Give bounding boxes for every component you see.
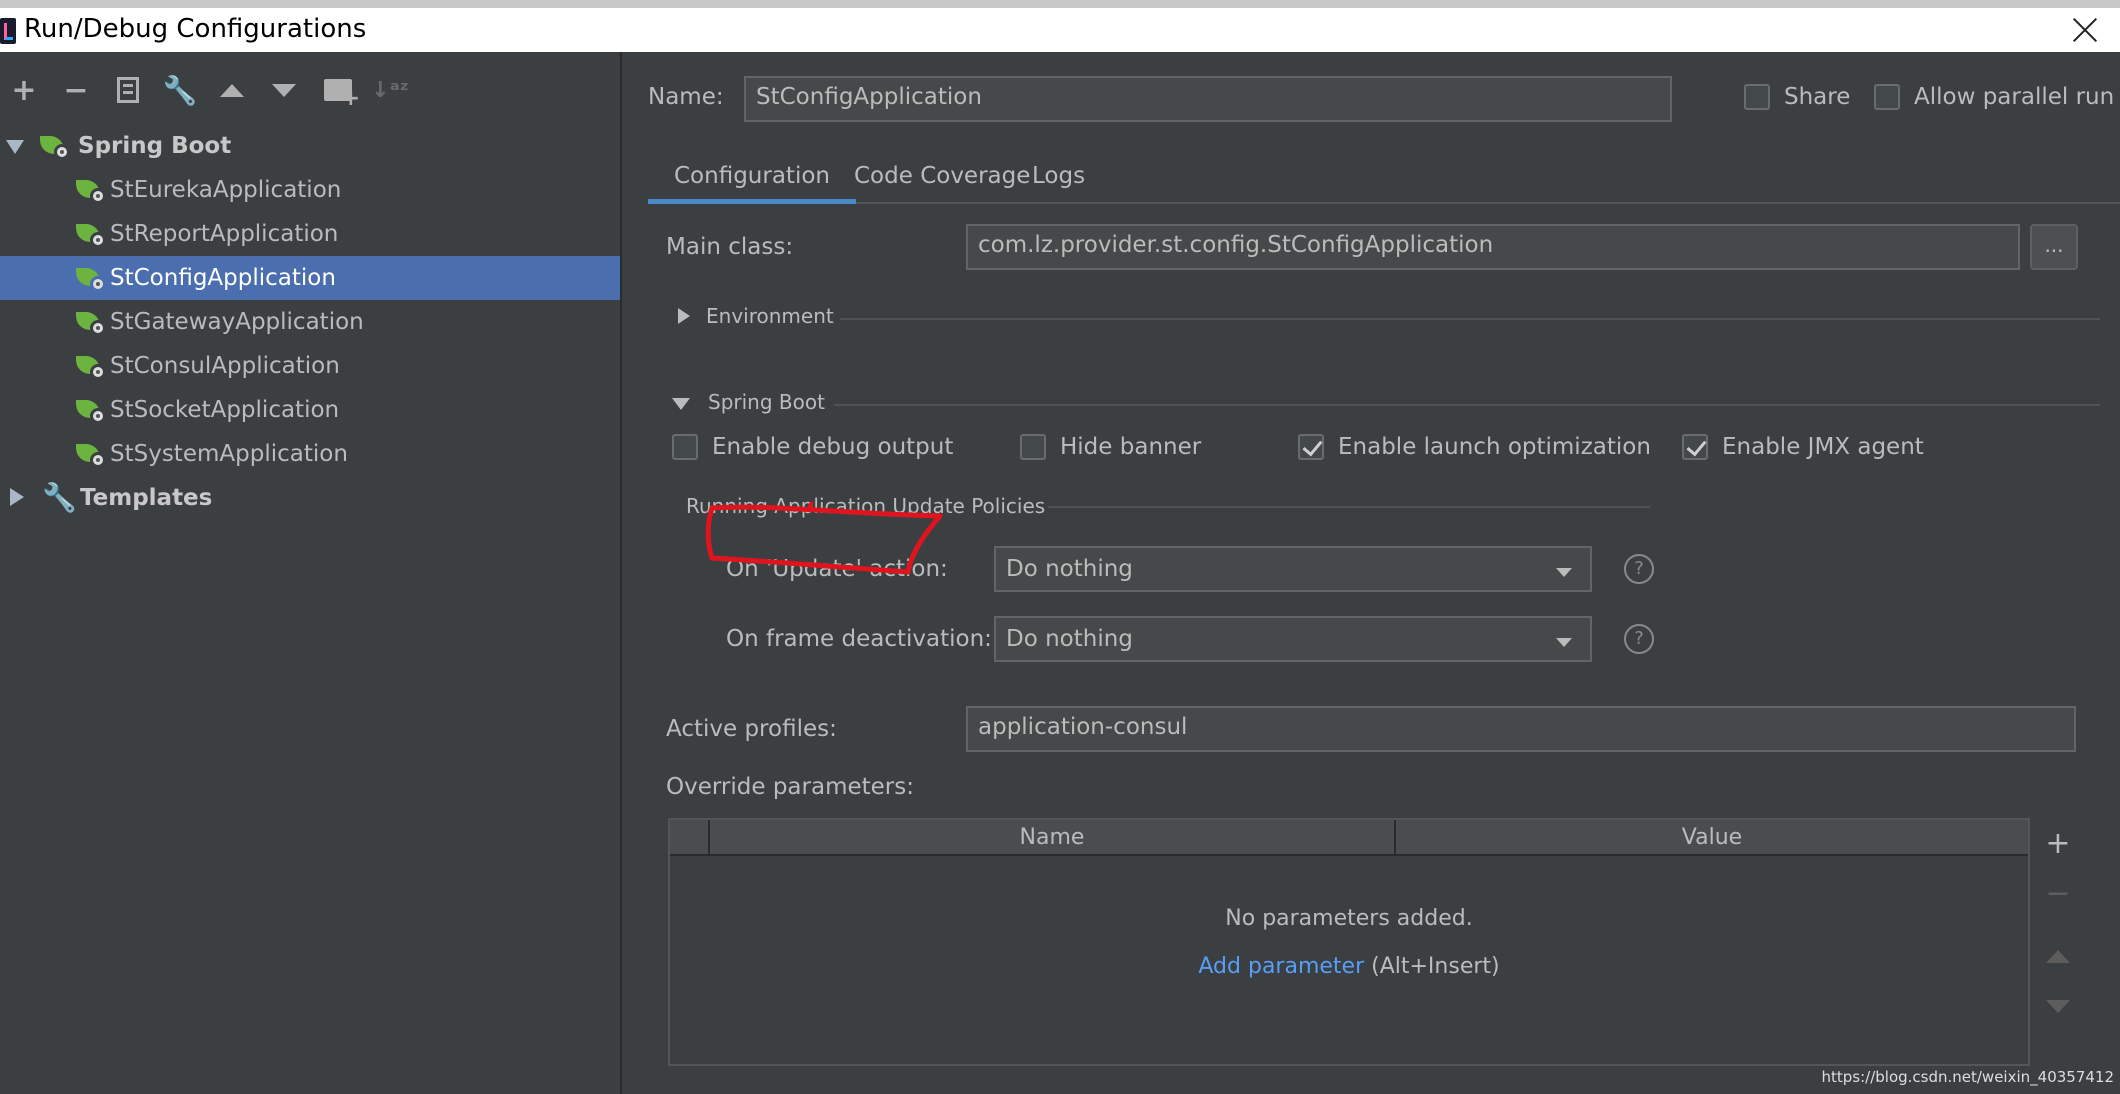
name-label: Name: [648,84,724,110]
wrench-icon[interactable]: 🔧 [160,70,200,110]
tree-item-stconfig[interactable]: StConfigApplication [0,256,620,300]
move-down-icon[interactable] [264,70,304,110]
empty-message: No parameters added. [1225,906,1473,931]
tree-item-stsystem[interactable]: StSystemApplication [0,432,620,476]
title-bar: Run/Debug Configurations [0,0,2120,52]
remove-parameter-icon[interactable]: − [2040,876,2076,912]
spring-boot-icon [76,398,106,424]
share-checkbox[interactable] [1744,84,1770,110]
column-header-name[interactable]: Name [708,820,1394,856]
tree-group-spring-boot[interactable]: Spring Boot [0,124,620,168]
add-parameter-row: Add parameter (Alt+Insert) [670,954,2028,979]
collapse-arrow-icon[interactable] [672,398,690,410]
tree-item-steureka[interactable]: StEurekaApplication [0,168,620,212]
tab-bar: Configuration Code Coverage Logs [648,148,2120,204]
tree-item-label: StConsulApplication [110,353,340,379]
add-parameter-shortcut: (Alt+Insert) [1364,954,1500,979]
on-update-select[interactable]: Do nothing [994,546,1592,592]
configurations-panel: + − 🔧 ↓ᵃᶻ Spring Boot StEurekaApplicatio… [0,52,622,1094]
name-input[interactable]: StConfigApplication [744,76,1672,122]
spring-boot-icon [76,310,106,336]
spring-boot-icon [76,442,106,468]
move-up-icon[interactable] [212,70,252,110]
tree-group-label: Spring Boot [78,133,232,159]
watermark: https://blog.csdn.net/weixin_40357412 [1821,1068,2114,1086]
tree-group-label: Templates [80,485,213,511]
spring-boot-icon [76,222,106,248]
annotation-scribble [705,501,943,575]
add-parameter-icon[interactable]: + [2040,826,2076,862]
tree-item-stsocket[interactable]: StSocketApplication [0,388,620,432]
divider [840,318,2100,320]
on-frame-label: On frame deactivation: [726,626,992,652]
move-down-icon[interactable] [2040,986,2076,1022]
on-update-value: Do nothing [1006,556,1133,582]
main-class-input[interactable]: com.lz.provider.st.config.StConfigApplic… [966,224,2020,270]
tree-item-label: StSocketApplication [110,397,340,423]
help-icon[interactable]: ? [1624,624,1654,654]
launch-optimization-checkbox[interactable] [1298,434,1324,460]
remove-icon[interactable]: − [56,70,96,110]
configurations-tree: Spring Boot StEurekaApplication StReport… [0,124,620,520]
new-folder-icon[interactable] [318,70,360,111]
active-profiles-label: Active profiles: [666,716,837,742]
tab-configuration[interactable]: Configuration [648,148,856,204]
spring-boot-section-title[interactable]: Spring Boot [708,390,825,414]
tree-item-label: StEurekaApplication [110,177,342,203]
tree-item-stgateway[interactable]: StGatewayApplication [0,300,620,344]
on-frame-value: Do nothing [1006,626,1133,652]
window-title: Run/Debug Configurations [24,14,367,44]
enable-debug-label: Enable debug output [712,434,954,460]
add-parameter-link[interactable]: Add parameter [1198,954,1364,979]
spring-boot-icon [40,134,70,160]
allow-parallel-label: Allow parallel run [1914,84,2115,110]
spring-boot-icon [76,354,106,380]
add-icon[interactable]: + [4,70,44,110]
table-header: Name Value [670,820,2028,856]
main-class-label: Main class: [666,234,794,260]
intellij-icon [0,18,16,44]
allow-parallel-checkbox[interactable] [1874,84,1900,110]
browse-button[interactable]: ... [2030,224,2078,270]
sort-icon[interactable]: ↓ᵃᶻ [370,70,410,110]
override-parameters-label: Override parameters: [666,774,914,800]
copy-icon[interactable] [108,70,148,110]
hide-banner-label: Hide banner [1060,434,1202,460]
launch-optimization-label: Enable launch optimization [1338,434,1651,460]
on-frame-select[interactable]: Do nothing [994,616,1592,662]
share-label: Share [1784,84,1851,110]
tree-item-label: StGatewayApplication [110,309,364,335]
tree-item-label: StReportApplication [110,221,339,247]
spring-boot-icon [76,178,106,204]
enable-debug-checkbox[interactable] [672,434,698,460]
tree-item-label: StConfigApplication [110,265,336,291]
column-header-value[interactable]: Value [1394,820,2028,856]
move-up-icon[interactable] [2040,936,2076,972]
expand-arrow-icon[interactable] [678,308,690,324]
chevron-down-icon [1556,638,1572,647]
environment-section-title[interactable]: Environment [706,304,834,328]
collapse-arrow-icon[interactable] [10,488,24,506]
spring-boot-icon [76,266,106,292]
divider [834,404,2100,406]
tree-item-label: StSystemApplication [110,441,348,467]
parameters-table: Name Value No parameters added. Add para… [668,818,2030,1066]
jmx-agent-label: Enable JMX agent [1722,434,1924,460]
tree-group-templates[interactable]: 🔧 Templates [0,476,620,520]
tree-item-stconsul[interactable]: StConsulApplication [0,344,620,388]
active-profiles-input[interactable]: application-consul [966,706,2076,752]
tab-logs[interactable]: Logs [1006,148,1111,204]
configurations-toolbar: + − 🔧 ↓ᵃᶻ [0,70,620,112]
wrench-icon: 🔧 [42,481,77,514]
hide-banner-checkbox[interactable] [1020,434,1046,460]
jmx-agent-checkbox[interactable] [1682,434,1708,460]
close-icon[interactable] [2068,12,2102,46]
expand-arrow-icon[interactable] [6,140,24,154]
chevron-down-icon [1556,568,1572,577]
divider [1048,506,1650,508]
help-icon[interactable]: ? [1624,554,1654,584]
tree-item-streport[interactable]: StReportApplication [0,212,620,256]
